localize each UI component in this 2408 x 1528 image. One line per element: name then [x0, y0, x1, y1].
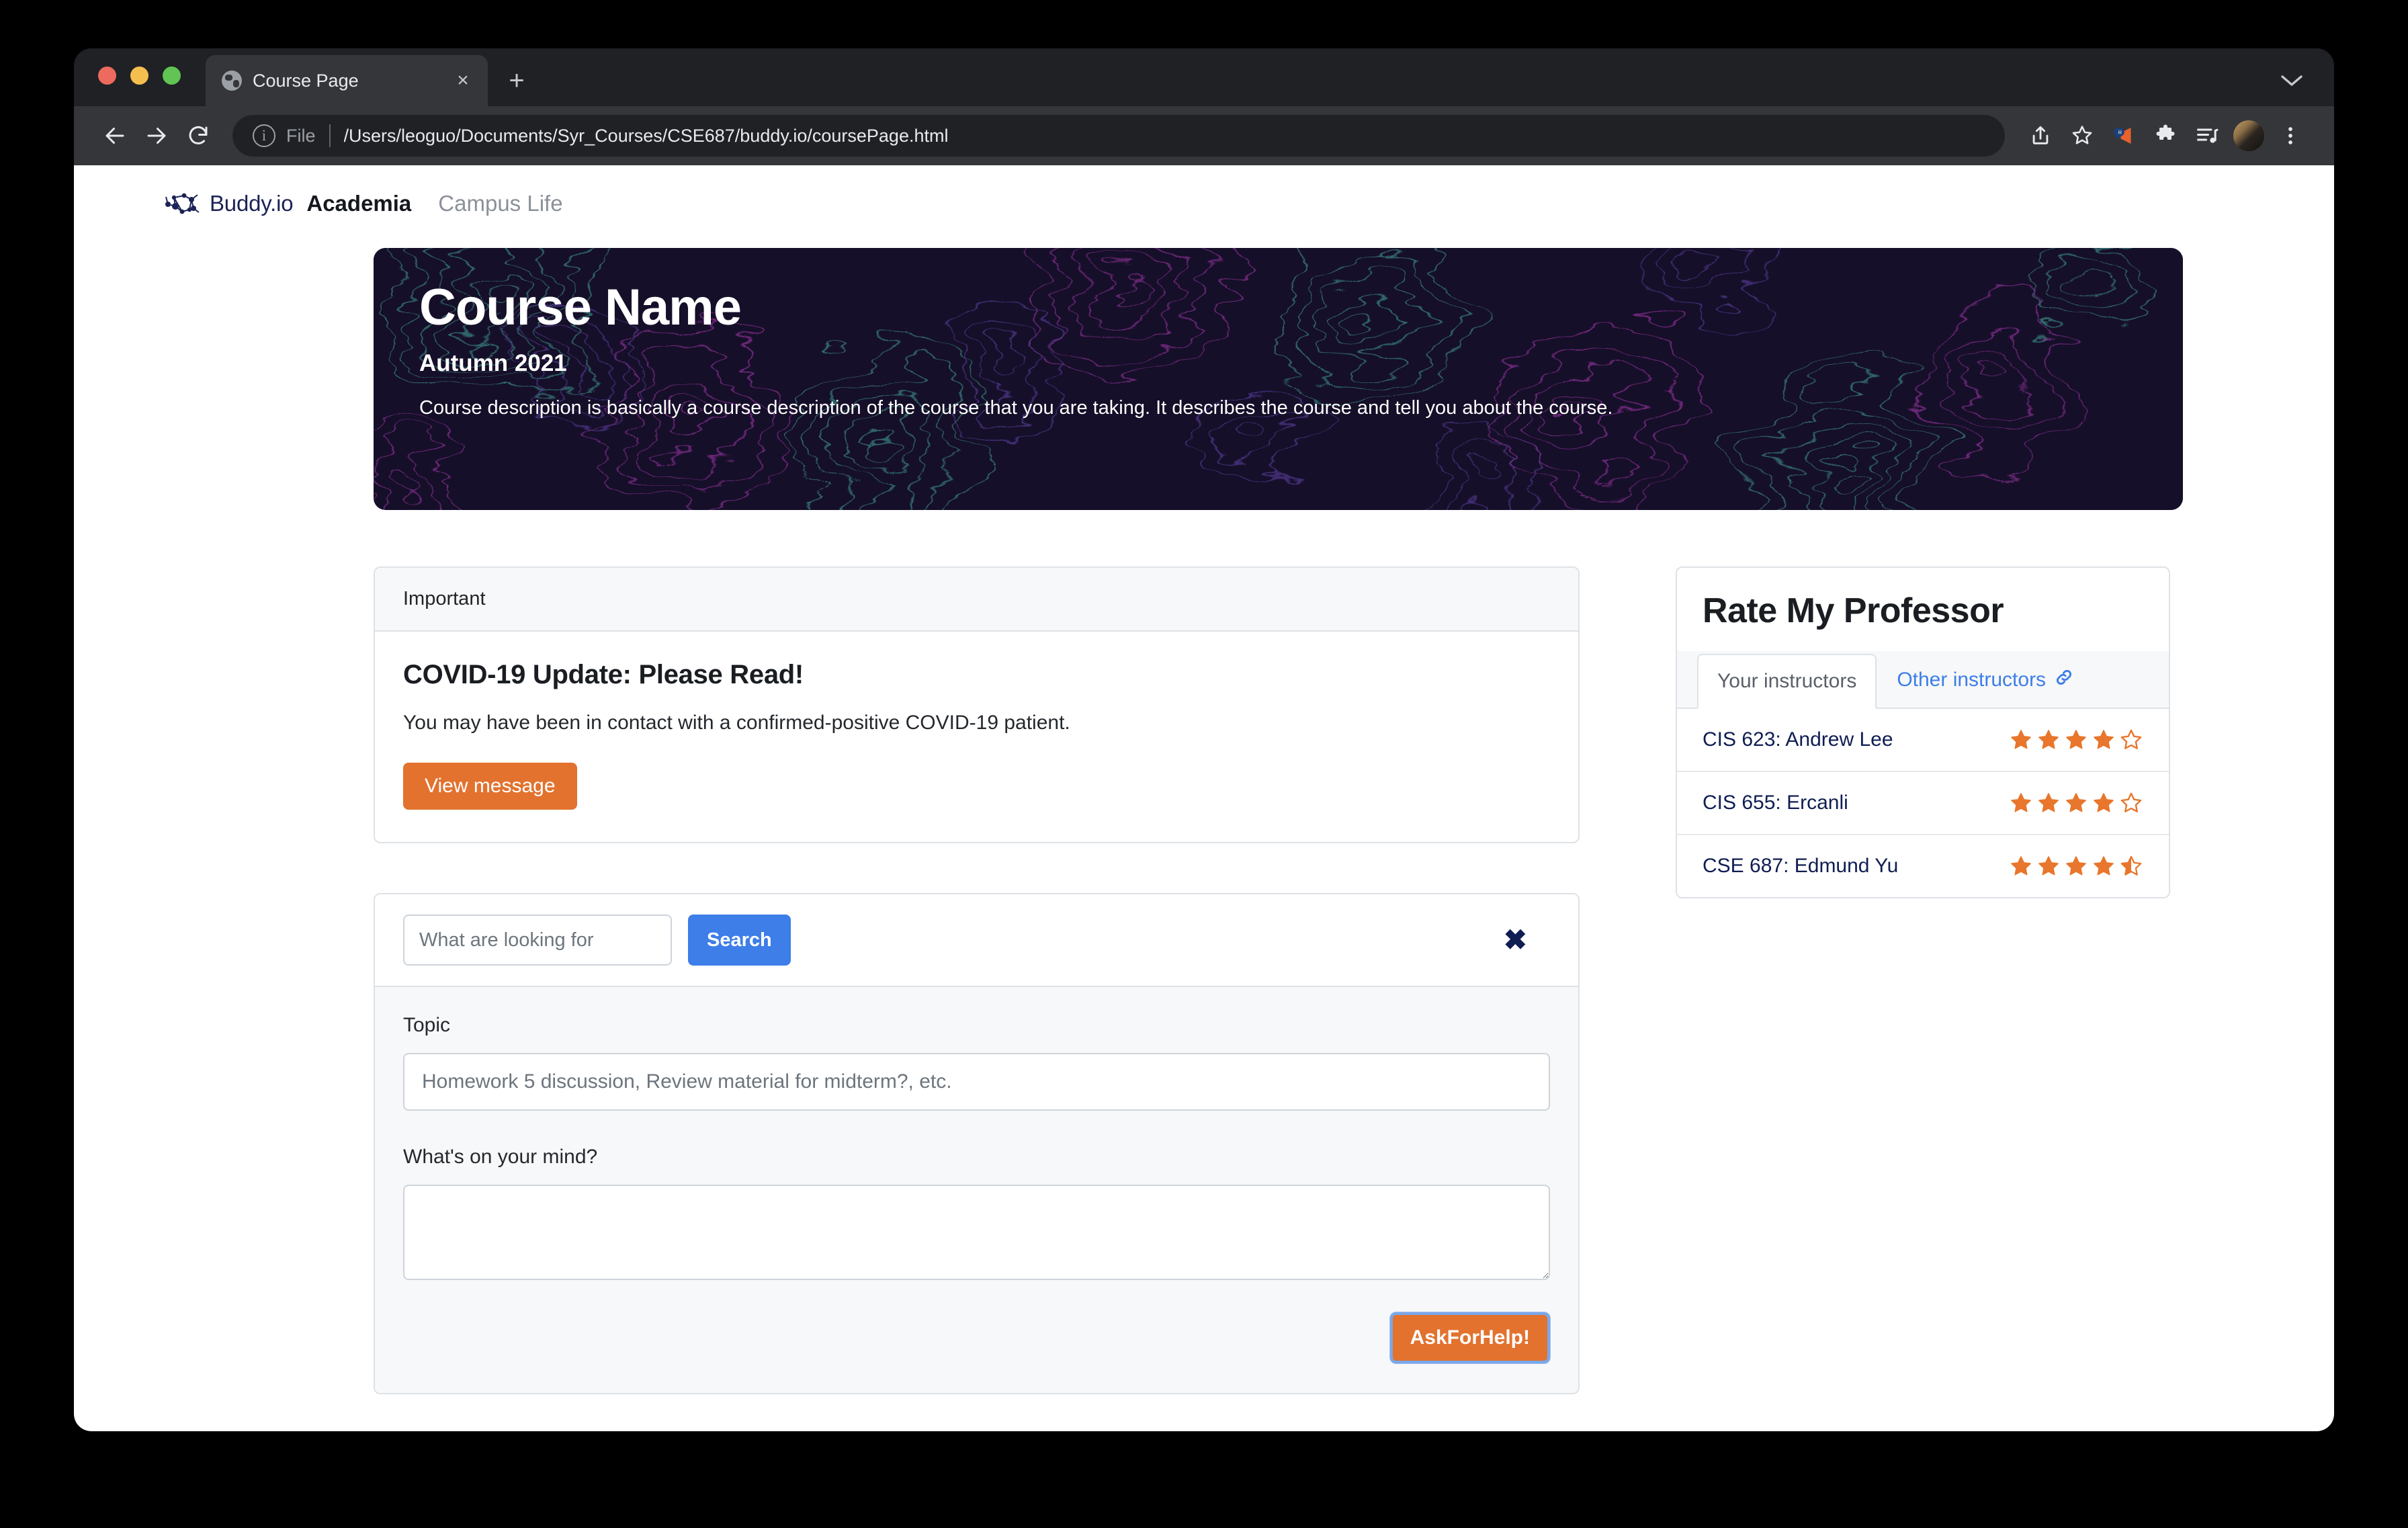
- mind-label: What's on your mind?: [403, 1146, 1550, 1169]
- search-button[interactable]: Search: [688, 915, 791, 966]
- puzzle-extensions-icon[interactable]: [2145, 115, 2186, 157]
- tab-your-instructors-label: Your instructors: [1717, 670, 1856, 692]
- url-scheme-label: File: [286, 126, 316, 146]
- full-star-icon: [2092, 728, 2116, 752]
- back-button[interactable]: [94, 115, 136, 157]
- full-star-icon: [2009, 728, 2033, 752]
- course-term: Autumn 2021: [419, 350, 2183, 377]
- browser-toolbar: i File /Users/leoguo/Documents/Syr_Cours…: [74, 106, 2334, 165]
- hero-text-block: Course Name Autumn 2021 Course descripti…: [374, 248, 2183, 421]
- important-label: Important: [403, 588, 486, 609]
- megaphone-extension-icon[interactable]: R: [2103, 115, 2145, 157]
- site-info-icon[interactable]: i: [253, 124, 275, 147]
- content-grid: Important COVID-19 Update: Please Read! …: [74, 566, 2334, 1394]
- instructor-name[interactable]: CIS 655: Ercanli: [1703, 792, 1848, 814]
- close-icon[interactable]: ×: [452, 71, 474, 91]
- browser-tab[interactable]: Course Page ×: [206, 55, 488, 106]
- close-icon[interactable]: ✖: [1504, 926, 1527, 954]
- brand-name[interactable]: Buddy.io: [210, 191, 293, 216]
- instructor-name[interactable]: CIS 623: Andrew Lee: [1703, 728, 1893, 751]
- instructor-rating: [2009, 728, 2143, 752]
- full-star-icon: [2036, 854, 2061, 878]
- page-viewport: Buddy.io Academia Campus Life: [74, 165, 2334, 1431]
- more-menu-icon[interactable]: [2270, 115, 2311, 157]
- empty-star-icon: [2119, 728, 2143, 752]
- omnibox-divider: [329, 124, 331, 147]
- ask-card-header: Search ✖: [375, 894, 1578, 987]
- rate-my-professor-card: Rate My Professor Your instructors Other…: [1676, 566, 2170, 898]
- browser-window: Course Page × + i File /Users/leoguo/Doc…: [74, 48, 2334, 1431]
- important-card-header: Important: [375, 568, 1578, 632]
- course-title: Course Name: [419, 280, 2183, 335]
- instructor-row[interactable]: CIS 623: Andrew Lee: [1677, 709, 2169, 772]
- maximize-window-button[interactable]: [163, 67, 181, 85]
- full-star-icon: [2036, 728, 2061, 752]
- topic-input[interactable]: [403, 1053, 1550, 1111]
- minimize-window-button[interactable]: [130, 67, 148, 85]
- tab-other-instructors[interactable]: Other instructors: [1877, 651, 2094, 709]
- view-message-button[interactable]: View message: [403, 763, 577, 810]
- instructor-row[interactable]: CSE 687: Edmund Yu: [1677, 835, 2169, 897]
- tab-your-instructors[interactable]: Your instructors: [1697, 654, 1877, 709]
- link-chain-icon: [2054, 667, 2074, 693]
- main-column: Important COVID-19 Update: Please Read! …: [374, 566, 1580, 1394]
- site-navbar: Buddy.io Academia Campus Life: [74, 165, 2334, 237]
- ask-card-footer: AskForHelp!: [403, 1312, 1550, 1363]
- tab-other-instructors-label: Other instructors: [1897, 669, 2046, 691]
- covid-update-text: You may have been in contact with a conf…: [403, 712, 1550, 734]
- full-star-icon: [2092, 854, 2116, 878]
- topic-label: Topic: [403, 1014, 450, 1036]
- svg-text:R: R: [2118, 129, 2122, 135]
- ask-for-help-button[interactable]: AskForHelp!: [1390, 1312, 1550, 1363]
- nav-item-campus-life[interactable]: Campus Life: [438, 191, 562, 216]
- important-card: Important COVID-19 Update: Please Read! …: [374, 566, 1580, 843]
- rate-my-professor-title: Rate My Professor: [1677, 568, 2169, 631]
- chevron-down-icon[interactable]: [2280, 71, 2303, 91]
- tab-title: Course Page: [253, 71, 441, 91]
- ask-card-body: Topic What's on your mind? AskForHelp!: [375, 987, 1578, 1393]
- close-window-button[interactable]: [98, 67, 116, 85]
- reload-button[interactable]: [177, 115, 219, 157]
- avatar[interactable]: [2228, 115, 2270, 157]
- instructor-rating: [2009, 854, 2143, 878]
- course-hero-banner: Course Name Autumn 2021 Course descripti…: [374, 248, 2183, 510]
- instructor-list: CIS 623: Andrew Lee CIS 655: Ercanli CSE 6…: [1677, 709, 2169, 897]
- course-description: Course description is basically a course…: [419, 395, 2183, 421]
- instructor-rating: [2009, 791, 2143, 815]
- full-star-icon: [2064, 791, 2088, 815]
- constellation-network-icon: [164, 191, 202, 216]
- forward-button[interactable]: [136, 115, 177, 157]
- full-star-icon: [2009, 791, 2033, 815]
- media-playlist-icon[interactable]: [2186, 115, 2228, 157]
- address-bar[interactable]: i File /Users/leoguo/Documents/Syr_Cours…: [232, 115, 2005, 157]
- half-star-icon: [2119, 854, 2143, 878]
- tab-strip: Course Page × +: [74, 48, 2334, 106]
- full-star-icon: [2064, 728, 2088, 752]
- window-traffic-lights: [98, 48, 181, 106]
- bookmark-star-icon[interactable]: [2061, 115, 2103, 157]
- full-star-icon: [2064, 854, 2088, 878]
- ask-for-help-card: Search ✖ Topic What's on your mind? AskF…: [374, 893, 1580, 1394]
- covid-update-title: COVID-19 Update: Please Read!: [403, 660, 1550, 690]
- full-star-icon: [2009, 854, 2033, 878]
- mind-textarea[interactable]: [403, 1185, 1550, 1280]
- side-column: Rate My Professor Your instructors Other…: [1676, 566, 2170, 1394]
- empty-star-icon: [2119, 791, 2143, 815]
- instructor-name[interactable]: CSE 687: Edmund Yu: [1703, 855, 1898, 878]
- rate-my-professor-tabs: Your instructors Other instructors: [1677, 651, 2169, 709]
- search-input[interactable]: [403, 915, 672, 966]
- share-icon[interactable]: [2020, 115, 2061, 157]
- url-text[interactable]: /Users/leoguo/Documents/Syr_Courses/CSE6…: [344, 126, 949, 146]
- new-tab-button[interactable]: +: [503, 67, 531, 94]
- full-star-icon: [2036, 791, 2061, 815]
- important-card-body: COVID-19 Update: Please Read! You may ha…: [375, 632, 1578, 842]
- nav-item-academia[interactable]: Academia: [306, 191, 411, 216]
- instructor-row[interactable]: CIS 655: Ercanli: [1677, 772, 2169, 835]
- full-star-icon: [2092, 791, 2116, 815]
- globe-icon: [222, 71, 242, 91]
